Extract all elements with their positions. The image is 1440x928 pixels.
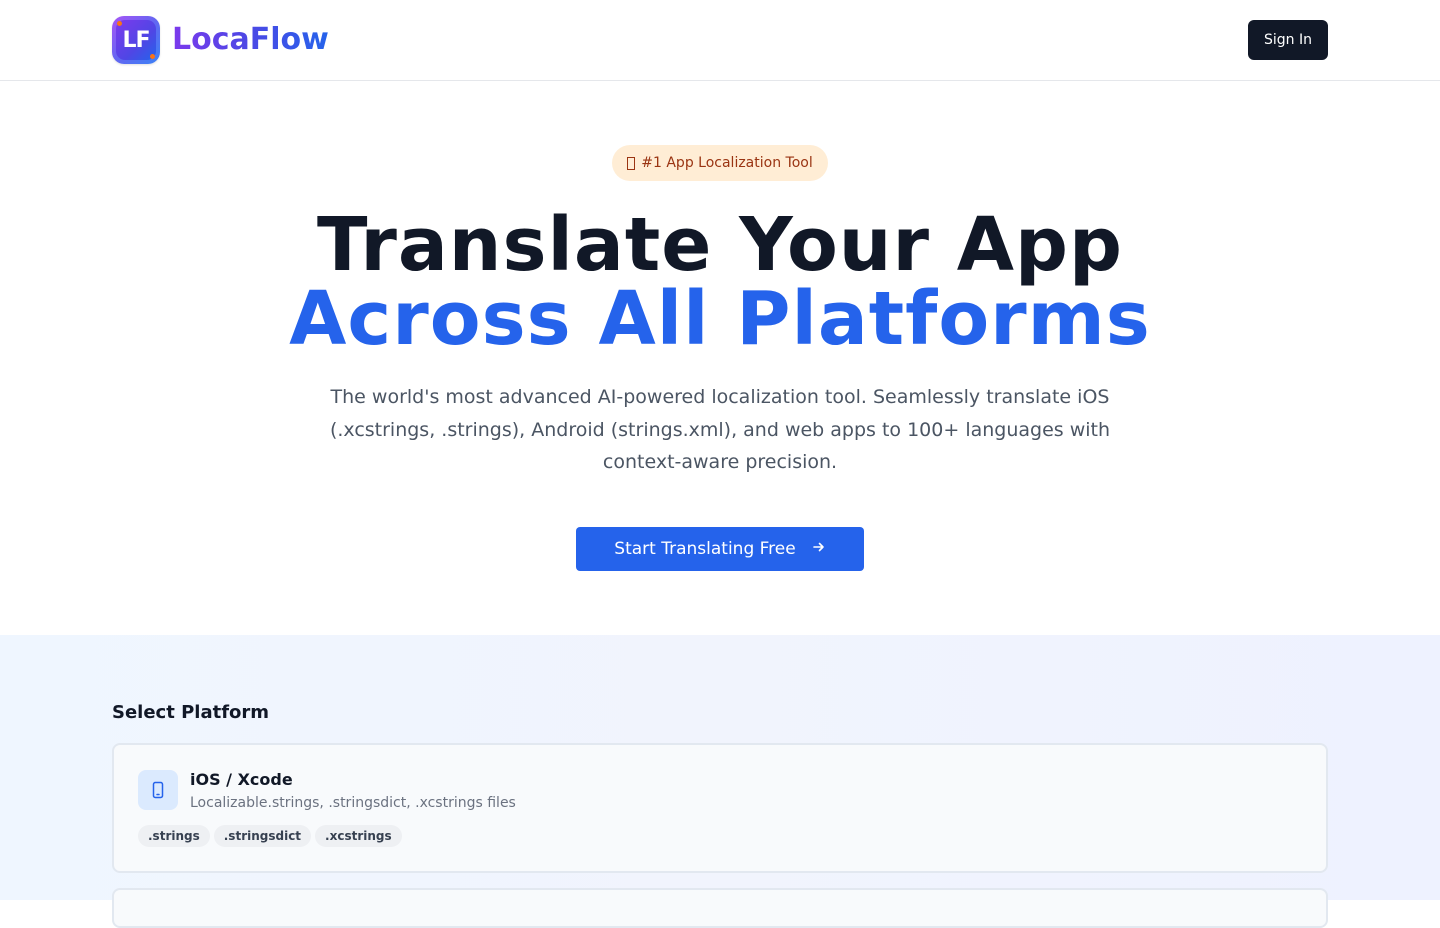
brand-name: LocaFlow (172, 16, 329, 64)
hero-title-line2: Across All Platforms (289, 276, 1151, 362)
logo-monogram: LF (122, 27, 150, 53)
cta-label: Start Translating Free (614, 539, 796, 559)
brand-logo-link[interactable]: LF LocaFlow (112, 16, 329, 64)
format-chip: .stringsdict (213, 825, 312, 847)
sign-in-button[interactable]: Sign In (1248, 20, 1328, 60)
hero-description: The world's most advanced AI-powered loc… (329, 386, 1111, 473)
platform-section: Select Platform iOS / Xcode Localizable.… (0, 635, 1440, 928)
trophy-icon (627, 156, 636, 170)
format-chip: .xcstrings (315, 825, 402, 847)
arrow-right-icon (812, 540, 826, 558)
start-translating-button[interactable]: Start Translating Free (576, 527, 864, 571)
platform-card-next[interactable] (112, 888, 1328, 928)
platform-card-ios[interactable]: iOS / Xcode Localizable.strings, .string… (112, 743, 1328, 873)
logo-icon: LF (112, 16, 160, 64)
section-title: Select Platform (112, 702, 270, 723)
smartphone-icon (138, 770, 178, 810)
hero-title: Translate Your App Across All Platforms (0, 208, 1440, 356)
format-chip-list: .strings .stringsdict .xcstrings (138, 825, 406, 847)
top-nav: LF LocaFlow Sign In (0, 0, 1440, 81)
platform-name: iOS / Xcode (190, 770, 293, 789)
hero-title-line1: Translate Your App (317, 202, 1123, 288)
hero-badge: #1 App Localization Tool (612, 145, 828, 181)
platform-description: Localizable.strings, .stringsdict, .xcst… (190, 795, 516, 811)
format-chip: .strings (138, 825, 210, 847)
hero-badge-label: #1 App Localization Tool (641, 155, 813, 171)
